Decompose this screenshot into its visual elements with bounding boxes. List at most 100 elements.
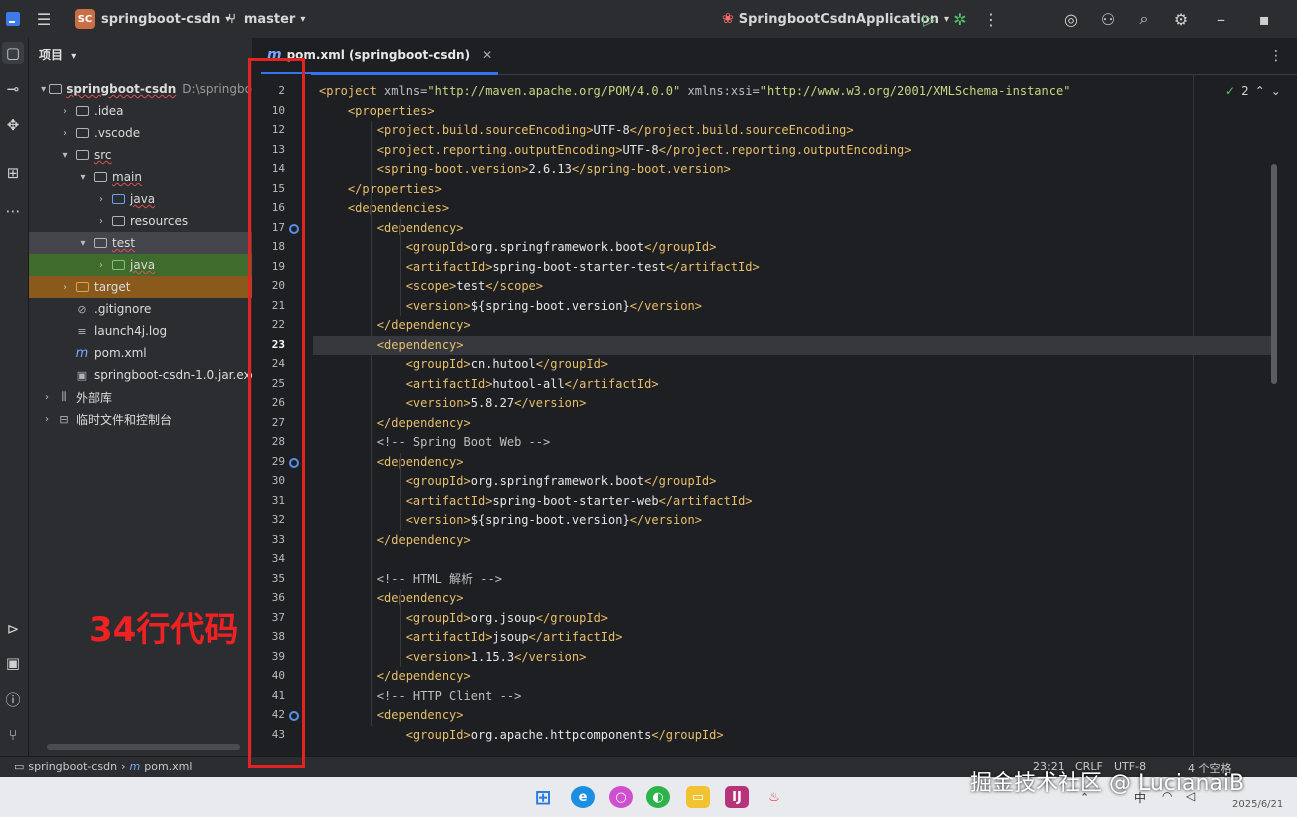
code-line[interactable]: <groupId>org.springframework.boot</group… [319, 238, 717, 257]
code-line[interactable]: <groupId>org.jsoup</groupId> [319, 609, 608, 628]
chevron-up-icon[interactable]: ⌃ [1255, 84, 1265, 98]
branch-selector[interactable]: ⑂ master ▾ [228, 0, 305, 38]
wechat-icon[interactable]: ◐ [646, 786, 670, 808]
debug-icon[interactable]: ✲ [949, 8, 971, 30]
problems-icon[interactable]: ⓘ [2, 688, 24, 710]
code-line[interactable]: </properties> [319, 180, 442, 199]
app-taskbar-icon[interactable]: ♨ [762, 786, 786, 808]
tree-item-main-java[interactable]: › java [29, 188, 252, 210]
code-line[interactable]: <artifactId>jsoup</artifactId> [319, 628, 623, 647]
tree-item-test-java[interactable]: › java [29, 254, 252, 276]
plugins-icon[interactable]: ✥ [2, 114, 24, 136]
folder-icon: ▭ [14, 760, 25, 773]
tree-item-target[interactable]: › target [29, 276, 252, 298]
tab-options-icon[interactable]: ⋮ [1269, 48, 1283, 64]
code-line[interactable]: <!-- HTTP Client --> [319, 687, 522, 706]
more-tools-icon[interactable]: ⋯ [2, 200, 24, 222]
tree-item-pom-xml[interactable]: m pom.xml [29, 342, 252, 364]
code-line[interactable]: <dependencies> [319, 199, 449, 218]
code-line[interactable]: <dependency> [319, 453, 464, 472]
search-icon[interactable]: ⌕ [1133, 8, 1155, 30]
close-window-icon[interactable]: ▪ [1253, 8, 1275, 30]
indent-guide [400, 452, 401, 531]
code-line[interactable]: <scope>test</scope> [319, 277, 543, 296]
git-icon[interactable]: ⑂ [2, 724, 24, 746]
project-folder-icon[interactable]: ▢ [2, 42, 24, 64]
code-with-me-icon[interactable]: ⚇ [1097, 8, 1119, 30]
intellij-logo-icon[interactable] [2, 8, 24, 30]
run-config-selector[interactable]: ❀ SpringbootCsdnApplication ▾ [722, 0, 949, 38]
tree-item-gitignore[interactable]: ⊘ .gitignore [29, 298, 252, 320]
code-line[interactable]: <version>1.15.3</version> [319, 648, 587, 667]
tree-item-vscode[interactable]: › .vscode [29, 122, 252, 144]
code-line[interactable]: </dependency> [319, 667, 471, 686]
system-date[interactable]: 2025/6/21 [1232, 799, 1283, 810]
tree-item-scratches[interactable]: › ⊟ 临时文件和控制台 [29, 408, 252, 430]
file-explorer-icon[interactable]: ▭ [686, 786, 710, 808]
intellij-taskbar-icon[interactable]: IJ [725, 786, 749, 808]
code-line[interactable]: <artifactId>spring-boot-starter-test</ar… [319, 258, 760, 277]
tree-item-label: src [94, 148, 112, 162]
code-line[interactable]: <dependency> [319, 589, 464, 608]
chevron-down-icon[interactable]: ⌄ [1271, 84, 1281, 98]
tree-item-launch4j-log[interactable]: ≡ launch4j.log [29, 320, 252, 342]
code-line[interactable]: <dependency> [319, 219, 464, 238]
horizontal-scrollbar[interactable] [47, 744, 240, 750]
tree-item-jar-exe[interactable]: ▣ springboot-csdn-1.0.jar.exe [29, 364, 252, 386]
project-selector[interactable]: SC springboot-csdn ▾ [75, 0, 230, 38]
structure-icon[interactable]: ⊞ [2, 162, 24, 184]
main-menu-icon[interactable]: ☰ [33, 8, 55, 30]
code-line[interactable]: <artifactId>hutool-all</artifactId> [319, 375, 659, 394]
code-line[interactable]: <project xmlns="http://maven.apache.org/… [319, 82, 1070, 101]
project-panel-header[interactable]: 项目 ▾ [39, 46, 76, 63]
code-line[interactable]: <dependency> [319, 706, 464, 725]
tree-item-resources[interactable]: › resources [29, 210, 252, 232]
code-line[interactable]: <project.build.sourceEncoding>UTF-8</pro… [319, 121, 854, 140]
editor-tab-bar: m pom.xml (springboot-csdn) ✕ ⋮ [253, 38, 1297, 75]
edge-browser-icon[interactable]: e [571, 786, 595, 808]
breadcrumb-file[interactable]: pom.xml [144, 760, 192, 773]
branch-name: master [243, 11, 296, 27]
commit-icon[interactable]: ⊸ [2, 78, 24, 100]
tree-item-springboot-csdn[interactable]: ▾ springboot-csdn D:\springboot [29, 78, 252, 100]
inspection-widget[interactable]: ✓ 2 ⌃ ⌄ [1225, 84, 1281, 98]
code-line[interactable]: <artifactId>spring-boot-starter-web</art… [319, 492, 753, 511]
tree-item-main[interactable]: ▾ main [29, 166, 252, 188]
windows-start-icon[interactable]: ⊞ [531, 785, 555, 809]
terminal-icon[interactable]: ▣ [2, 652, 24, 674]
code-line[interactable]: <properties> [319, 102, 435, 121]
code-line[interactable]: <!-- HTML 解析 --> [319, 570, 502, 589]
minimize-icon[interactable]: – [1210, 8, 1232, 30]
tree-item-idea[interactable]: › .idea [29, 100, 252, 122]
settings-gear-icon[interactable]: ⚙ [1170, 8, 1192, 30]
services-icon[interactable]: ⊳ [2, 618, 24, 640]
code-line[interactable]: </dependency> [319, 531, 471, 550]
code-line[interactable]: </dependency> [319, 414, 471, 433]
code-line[interactable]: </dependency> [319, 316, 471, 335]
code-line[interactable]: <project.reporting.outputEncoding>UTF-8<… [319, 141, 912, 160]
vertical-scrollbar[interactable] [1271, 164, 1277, 384]
code-line[interactable]: <version>${spring-boot.version}</version… [319, 511, 702, 530]
code-view[interactable]: <project xmlns="http://maven.apache.org/… [313, 74, 1273, 756]
chevron-right-icon: › [63, 105, 67, 117]
copilot-icon[interactable]: ○ [609, 786, 633, 808]
code-line[interactable]: <spring-boot.version>2.6.13</spring-boot… [319, 160, 731, 179]
breadcrumb-project[interactable]: springboot-csdn [28, 760, 117, 773]
code-line[interactable]: <groupId>cn.hutool</groupId> [319, 355, 608, 374]
tree-item-external-libraries[interactable]: › ⫼ 外部库 [29, 386, 252, 408]
code-line[interactable]: <dependency> [319, 336, 464, 355]
code-line[interactable]: <groupId>org.springframework.boot</group… [319, 472, 717, 491]
ai-assistant-icon[interactable]: ◎ [1060, 8, 1082, 30]
library-icon: ⫼ [61, 390, 67, 403]
source-folder-icon [110, 192, 126, 206]
run-icon[interactable]: ▷ [918, 8, 940, 30]
tree-item-test[interactable]: ▾ test [29, 232, 252, 254]
code-line[interactable]: <!-- Spring Boot Web --> [319, 433, 550, 452]
close-tab-icon[interactable]: ✕ [482, 48, 492, 62]
code-line[interactable]: <version>${spring-boot.version}</version… [319, 297, 702, 316]
code-line[interactable]: <groupId>org.apache.httpcomponents</grou… [319, 726, 724, 745]
more-actions-icon[interactable]: ⋮ [980, 8, 1002, 30]
tree-item-src[interactable]: ▾ src [29, 144, 252, 166]
annotation-label: 34行代码 [89, 610, 239, 650]
code-line[interactable]: <version>5.8.27</version> [319, 394, 587, 413]
